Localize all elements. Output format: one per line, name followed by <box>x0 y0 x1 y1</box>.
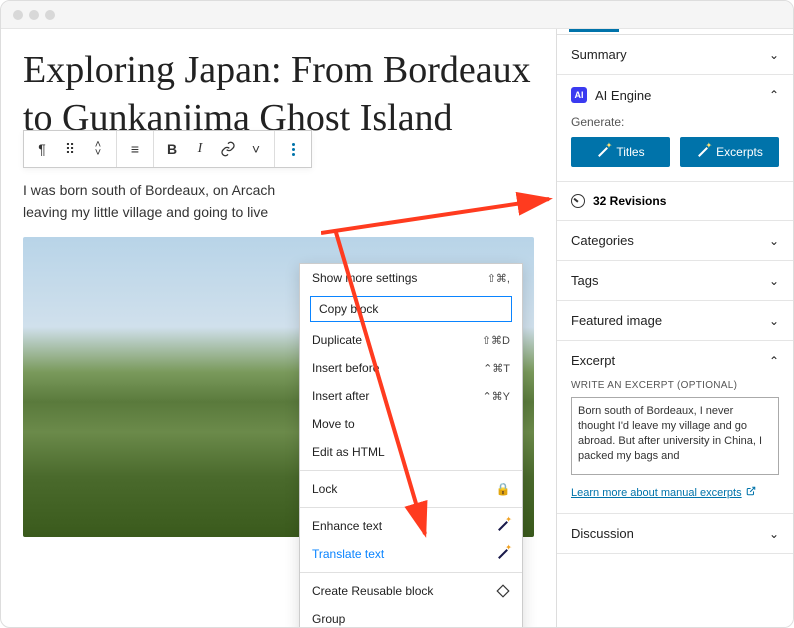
panel-summary: Summary⌄ <box>557 35 793 75</box>
wand-icon <box>696 145 710 159</box>
menu-group[interactable]: Group <box>300 605 522 627</box>
reusable-icon <box>496 584 510 598</box>
menu-show-more-settings[interactable]: Show more settings⇧⌘, <box>300 264 522 292</box>
generate-titles-button[interactable]: Titles <box>571 137 670 167</box>
panel-header-excerpt[interactable]: Excerpt⌃ <box>557 341 793 380</box>
chevron-up-icon: ⌃ <box>769 354 779 368</box>
revisions-link[interactable]: 32 Revisions <box>557 182 793 221</box>
menu-copy-block[interactable]: Copy block <box>310 296 512 322</box>
editor-canvas: Exploring Japan: From Bordeaux to Gunkan… <box>1 29 556 627</box>
more-options-button[interactable] <box>279 135 307 163</box>
align-icon[interactable]: ≡ <box>121 135 149 163</box>
panel-header-discussion[interactable]: Discussion⌄ <box>557 514 793 553</box>
generate-label: Generate: <box>571 115 779 129</box>
generate-excerpts-button[interactable]: Excerpts <box>680 137 779 167</box>
panel-tags: Tags⌄ <box>557 261 793 301</box>
panel-excerpt: Excerpt⌃ WRITE AN EXCERPT (OPTIONAL) Lea… <box>557 341 793 514</box>
menu-duplicate[interactable]: Duplicate⇧⌘D <box>300 326 522 354</box>
panel-header-ai-engine[interactable]: AIAI Engine ⌃ <box>557 75 793 115</box>
paragraph-icon[interactable]: ¶ <box>28 135 56 163</box>
chevron-down-icon: ⌄ <box>769 48 779 62</box>
menu-create-reusable-block[interactable]: Create Reusable block <box>300 577 522 605</box>
menu-insert-after[interactable]: Insert after⌃⌘Y <box>300 382 522 410</box>
lock-icon: 🔒 <box>496 482 510 496</box>
traffic-light[interactable] <box>13 10 23 20</box>
menu-insert-before[interactable]: Insert before⌃⌘T <box>300 354 522 382</box>
panel-header-tags[interactable]: Tags⌄ <box>557 261 793 300</box>
menu-lock[interactable]: Lock🔒 <box>300 475 522 503</box>
italic-button[interactable]: I <box>186 135 214 163</box>
menu-edit-html[interactable]: Edit as HTML <box>300 438 522 466</box>
ai-engine-icon: AI <box>571 87 587 103</box>
menu-move-to[interactable]: Move to <box>300 410 522 438</box>
chevron-down-icon: ⌄ <box>769 314 779 328</box>
bold-button[interactable]: B <box>158 135 186 163</box>
post-title[interactable]: Exploring Japan: From Bordeaux to Gunkan… <box>23 47 534 142</box>
move-updown-icon[interactable]: ˄˅ <box>84 135 112 163</box>
chevron-down-icon: ⌄ <box>769 234 779 248</box>
block-toolbar: ¶ ⠿ ˄˅ ≡ B I ˅ <box>23 130 312 168</box>
menu-divider <box>300 507 522 508</box>
block-options-menu: Show more settings⇧⌘, Copy block Duplica… <box>299 263 523 627</box>
menu-divider <box>300 470 522 471</box>
app-window: Exploring Japan: From Bordeaux to Gunkan… <box>0 0 794 628</box>
settings-sidebar: Summary⌄ AIAI Engine ⌃ Generate: Titles … <box>556 29 793 627</box>
chevron-down-icon[interactable]: ˅ <box>242 135 270 163</box>
chevron-down-icon: ⌄ <box>769 527 779 541</box>
wand-icon <box>496 547 510 561</box>
menu-divider <box>300 572 522 573</box>
chevron-down-icon: ⌄ <box>769 274 779 288</box>
drag-handle-icon[interactable]: ⠿ <box>56 135 84 163</box>
paragraph-block[interactable]: I was born south of Bordeaux, on Arcach … <box>23 180 534 223</box>
link-icon[interactable] <box>214 135 242 163</box>
traffic-light[interactable] <box>29 10 39 20</box>
external-link-icon <box>746 486 756 499</box>
menu-translate-text[interactable]: Translate text <box>300 540 522 568</box>
history-icon <box>571 194 585 208</box>
menu-enhance-text[interactable]: Enhance text <box>300 512 522 540</box>
panel-categories: Categories⌄ <box>557 221 793 261</box>
panel-header-categories[interactable]: Categories⌄ <box>557 221 793 260</box>
panel-header-featured-image[interactable]: Featured image⌄ <box>557 301 793 340</box>
content-area: Exploring Japan: From Bordeaux to Gunkan… <box>1 29 793 627</box>
panel-discussion: Discussion⌄ <box>557 514 793 554</box>
traffic-light[interactable] <box>45 10 55 20</box>
excerpt-help-link[interactable]: Learn more about manual excerpts <box>571 486 756 499</box>
wand-icon <box>496 519 510 533</box>
wand-icon <box>596 145 610 159</box>
panel-header-summary[interactable]: Summary⌄ <box>557 35 793 74</box>
excerpt-textarea[interactable] <box>571 397 779 475</box>
chevron-up-icon: ⌃ <box>769 88 779 102</box>
sidebar-tabs[interactable] <box>557 29 793 35</box>
panel-featured-image: Featured image⌄ <box>557 301 793 341</box>
window-titlebar <box>1 1 793 29</box>
panel-ai-engine: AIAI Engine ⌃ Generate: Titles Excerpts <box>557 75 793 182</box>
excerpt-field-label: WRITE AN EXCERPT (OPTIONAL) <box>571 380 779 391</box>
